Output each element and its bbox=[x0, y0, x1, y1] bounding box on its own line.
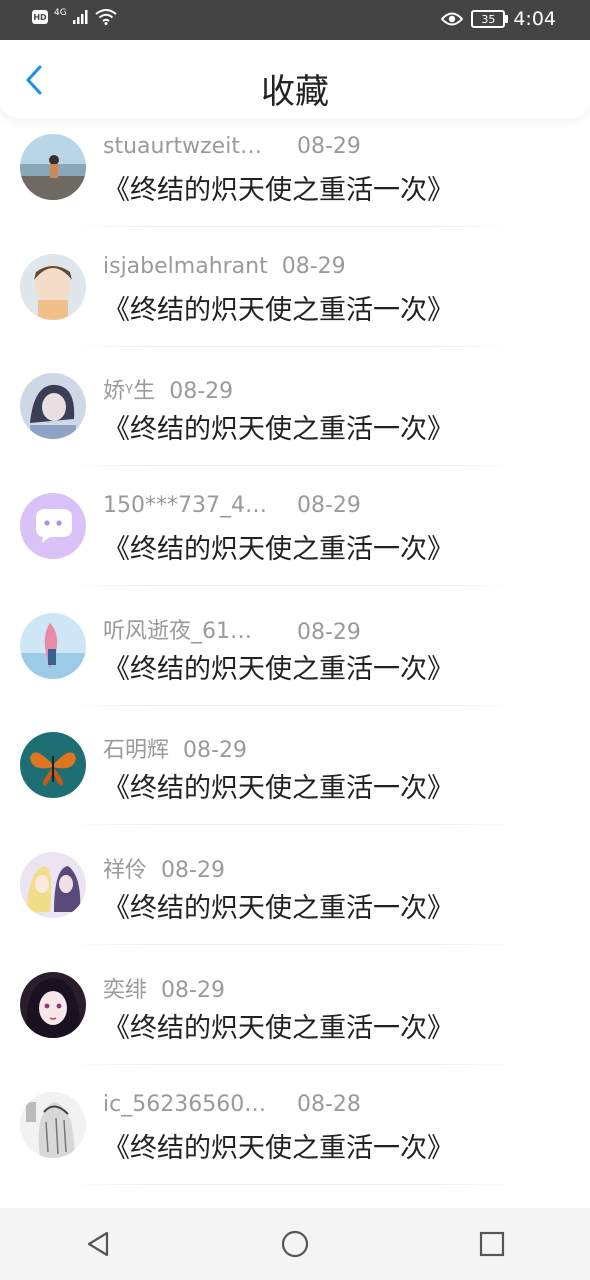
hd-badge: HD bbox=[32, 10, 48, 24]
item-meta: ic_56236560… 08-28 bbox=[103, 1092, 361, 1117]
system-nav-bar bbox=[0, 1208, 590, 1280]
item-meta: 娇ᵞ生 08-29 bbox=[103, 373, 233, 405]
favorites-list: stuaurtwzeit… 08-29 《终结的炽天使之重活一次》 isjabel… bbox=[0, 118, 590, 1208]
item-meta: 石明辉 08-29 bbox=[103, 732, 247, 764]
battery-indicator: 35 bbox=[471, 10, 509, 28]
list-item-partial[interactable] bbox=[0, 1195, 590, 1208]
item-meta: isjabelmahrant 08-29 bbox=[103, 254, 346, 279]
clock: 4:04 bbox=[513, 8, 556, 30]
avatar bbox=[20, 1091, 86, 1158]
list-item[interactable]: ic_56236560… 08-28 《终结的炽天使之重活一次》 bbox=[0, 1076, 590, 1196]
item-date: 08-29 bbox=[183, 738, 247, 764]
username: 祥伶 bbox=[103, 858, 148, 884]
list-item[interactable]: stuaurtwzeit… 08-29 《终结的炽天使之重活一次》 bbox=[0, 118, 590, 238]
item-meta: stuaurtwzeit… 08-29 bbox=[103, 134, 361, 159]
username: 奕绯 bbox=[103, 977, 148, 1003]
divider bbox=[66, 1063, 520, 1065]
default-chat-avatar-icon bbox=[20, 493, 86, 560]
item-date: 08-28 bbox=[297, 1091, 361, 1117]
book-title: 《终结的炽天使之重活一次》 bbox=[103, 773, 454, 805]
list-item[interactable]: isjabelmahrant 08-29 《终结的炽天使之重活一次》 bbox=[0, 238, 590, 358]
avatar bbox=[20, 852, 86, 919]
status-bar: HD 4G 35 4:04 bbox=[0, 0, 590, 40]
nav-recents-button[interactable] bbox=[462, 1214, 522, 1274]
status-left: HD 4G bbox=[32, 8, 117, 25]
wifi-icon bbox=[95, 9, 117, 25]
username: 150***737_4… bbox=[103, 493, 267, 519]
avatar bbox=[20, 612, 86, 679]
divider bbox=[66, 345, 520, 347]
avatar bbox=[20, 971, 86, 1038]
username: 娇ᵞ生 bbox=[103, 379, 156, 405]
page-title: 收藏 bbox=[261, 72, 329, 112]
avatar bbox=[20, 373, 86, 440]
username: stuaurtwzeit… bbox=[103, 134, 262, 159]
list-item[interactable]: 祥伶 08-29 《终结的炽天使之重活一次》 bbox=[0, 836, 590, 956]
signal-icon bbox=[72, 10, 88, 24]
list-item[interactable]: 奕绯 08-29 《终结的炽天使之重活一次》 bbox=[0, 956, 590, 1076]
item-meta: 150***737_4… 08-29 bbox=[103, 493, 361, 518]
avatar bbox=[20, 134, 86, 200]
book-title: 《终结的炽天使之重活一次》 bbox=[103, 414, 454, 446]
item-date: 08-29 bbox=[297, 493, 361, 519]
recents-square-icon bbox=[479, 1231, 504, 1257]
app-header: 收藏 bbox=[0, 40, 590, 118]
item-date: 08-29 bbox=[297, 134, 361, 159]
username: 听风逝夜_61… bbox=[103, 618, 252, 644]
list-item[interactable]: 娇ᵞ生 08-29 《终结的炽天使之重活一次》 bbox=[0, 357, 590, 477]
eye-icon bbox=[441, 12, 464, 26]
divider bbox=[66, 944, 520, 946]
item-meta: 听风逝夜_61… 08-29 bbox=[103, 613, 361, 645]
item-date: 08-29 bbox=[161, 977, 225, 1003]
username: 石明辉 bbox=[103, 738, 170, 764]
avatar bbox=[20, 732, 86, 799]
item-meta: 祥伶 08-29 bbox=[103, 852, 225, 884]
network-type: 4G bbox=[54, 8, 67, 18]
divider bbox=[66, 1183, 520, 1185]
divider bbox=[66, 704, 520, 706]
book-title: 《终结的炽天使之重活一次》 bbox=[103, 1012, 454, 1044]
divider bbox=[66, 226, 520, 227]
book-title: 《终结的炽天使之重活一次》 bbox=[103, 893, 454, 925]
username: ic_56236560… bbox=[103, 1091, 267, 1117]
list-item[interactable]: 听风逝夜_61… 08-29 《终结的炽天使之重活一次》 bbox=[0, 597, 590, 717]
avatar bbox=[20, 493, 86, 560]
book-title: 《终结的炽天使之重活一次》 bbox=[103, 534, 454, 566]
book-title: 《终结的炽天使之重活一次》 bbox=[103, 1132, 454, 1164]
divider bbox=[66, 465, 520, 467]
divider bbox=[66, 585, 520, 587]
back-triangle-icon bbox=[88, 1231, 109, 1257]
divider bbox=[66, 824, 520, 826]
username: isjabelmahrant bbox=[103, 253, 268, 279]
item-date: 08-29 bbox=[169, 379, 234, 405]
list-item[interactable]: 150***737_4… 08-29 《终结的炽天使之重活一次》 bbox=[0, 477, 590, 597]
avatar bbox=[20, 253, 86, 320]
book-title: 《终结的炽天使之重活一次》 bbox=[103, 294, 454, 326]
home-circle-icon bbox=[281, 1230, 309, 1258]
nav-back-button[interactable] bbox=[68, 1214, 128, 1274]
book-title: 《终结的炽天使之重活一次》 bbox=[103, 175, 454, 206]
item-date: 08-29 bbox=[281, 253, 346, 279]
item-date: 08-29 bbox=[161, 858, 225, 884]
status-right: 35 4:04 bbox=[441, 8, 556, 30]
item-date: 08-29 bbox=[297, 619, 361, 645]
item-meta: 奕绯 08-29 bbox=[103, 972, 225, 1004]
list-item[interactable]: 石明辉 08-29 《终结的炽天使之重活一次》 bbox=[0, 716, 590, 836]
nav-home-button[interactable] bbox=[265, 1214, 325, 1274]
book-title: 《终结的炽天使之重活一次》 bbox=[103, 653, 454, 685]
